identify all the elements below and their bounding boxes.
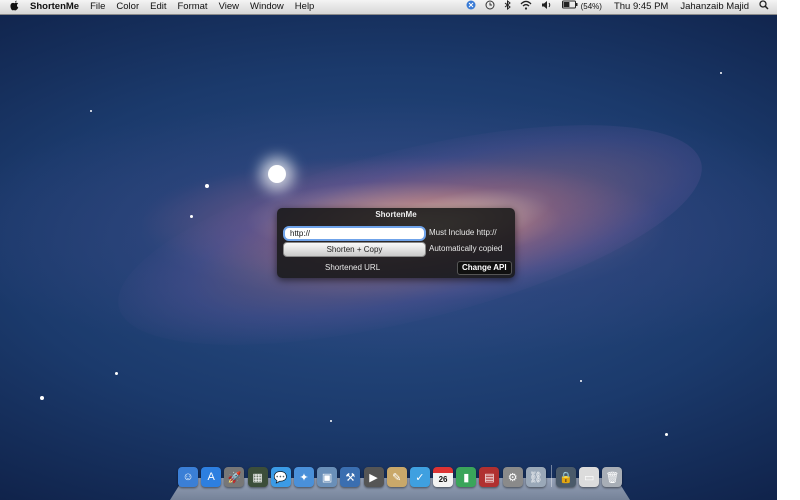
app-store-icon[interactable]: A	[201, 467, 222, 487]
star	[190, 215, 193, 218]
xcode-icon[interactable]: ⚒	[340, 467, 361, 487]
document-icon[interactable]: ▭	[579, 467, 600, 487]
security-lock-icon[interactable]: 🔒	[556, 467, 576, 487]
photo-booth-icon[interactable]: ▤	[479, 467, 500, 487]
menu-format[interactable]: Format	[177, 0, 207, 14]
shortenme-panel: ShortenMe Must Include http:// Shorten +…	[277, 208, 515, 278]
volume-icon[interactable]	[541, 0, 553, 15]
shortened-url-label[interactable]: Shortened URL	[325, 263, 380, 272]
mission-control-icon[interactable]: ▦	[247, 467, 268, 487]
apple-icon[interactable]	[10, 0, 19, 15]
panel-title: ShortenMe	[375, 210, 417, 219]
bluetooth-like-icon[interactable]	[466, 0, 476, 15]
menu-app-name[interactable]: ShortenMe	[30, 0, 79, 14]
menu-window[interactable]: Window	[250, 0, 284, 14]
spotlight-icon[interactable]	[759, 0, 769, 15]
system-preferences-icon[interactable]: ⚙	[502, 467, 523, 487]
notes-icon[interactable]: ✎	[386, 467, 407, 487]
star	[330, 420, 332, 422]
links-icon[interactable]: ⛓	[525, 467, 546, 487]
dock-separator	[551, 465, 552, 487]
safari-icon[interactable]: ✦	[293, 467, 314, 487]
time-machine-icon[interactable]	[485, 0, 495, 15]
numbers-icon[interactable]: ▮	[456, 467, 477, 487]
auto-copied-note: Automatically copied	[429, 244, 503, 253]
calendar-icon[interactable]: 26	[433, 467, 454, 487]
bright-star	[268, 165, 286, 183]
menu-file[interactable]: File	[90, 0, 105, 14]
twitter-icon[interactable]: ✓	[409, 467, 430, 487]
star	[580, 380, 582, 382]
menu-help[interactable]: Help	[295, 0, 315, 14]
star	[205, 184, 209, 188]
calendar-day: 26	[438, 475, 448, 484]
star	[90, 110, 92, 112]
battery-percent: (54%)	[580, 2, 602, 11]
user-name[interactable]: Jahanzaib Majid	[680, 0, 749, 14]
finder-icon[interactable]: ☺	[178, 467, 198, 487]
menu-bar: ShortenMe File Color Edit Format View Wi…	[0, 0, 777, 15]
facetime-icon[interactable]: ▶	[363, 467, 384, 487]
change-api-button[interactable]: Change API	[457, 261, 512, 275]
menu-edit[interactable]: Edit	[150, 0, 166, 14]
star	[115, 372, 118, 375]
wifi-icon[interactable]	[520, 0, 532, 15]
menu-view[interactable]: View	[219, 0, 239, 14]
dock: ☺ A 🚀 ▦ 💬 ✦ ▣ ⚒ ▶ ✎ ✓ 26 ▮ ▤ ⚙ ⛓ 🔒 ▭ 🗑	[178, 465, 626, 487]
clock[interactable]: Thu 9:45 PM	[614, 0, 668, 14]
launchpad-icon[interactable]: 🚀	[224, 467, 245, 487]
star	[665, 433, 668, 436]
menu-color[interactable]: Color	[116, 0, 139, 14]
shorten-copy-button[interactable]: Shorten + Copy	[283, 242, 426, 257]
url-input[interactable]	[283, 226, 426, 241]
bluetooth-icon[interactable]	[504, 0, 511, 15]
preview-icon[interactable]: ▣	[317, 467, 338, 487]
battery-icon[interactable]	[561, 0, 578, 14]
messages-icon[interactable]: 💬	[270, 467, 291, 487]
star	[720, 72, 722, 74]
url-hint: Must Include http://	[429, 228, 497, 237]
trash-icon[interactable]: 🗑	[602, 467, 623, 487]
star	[40, 396, 44, 400]
